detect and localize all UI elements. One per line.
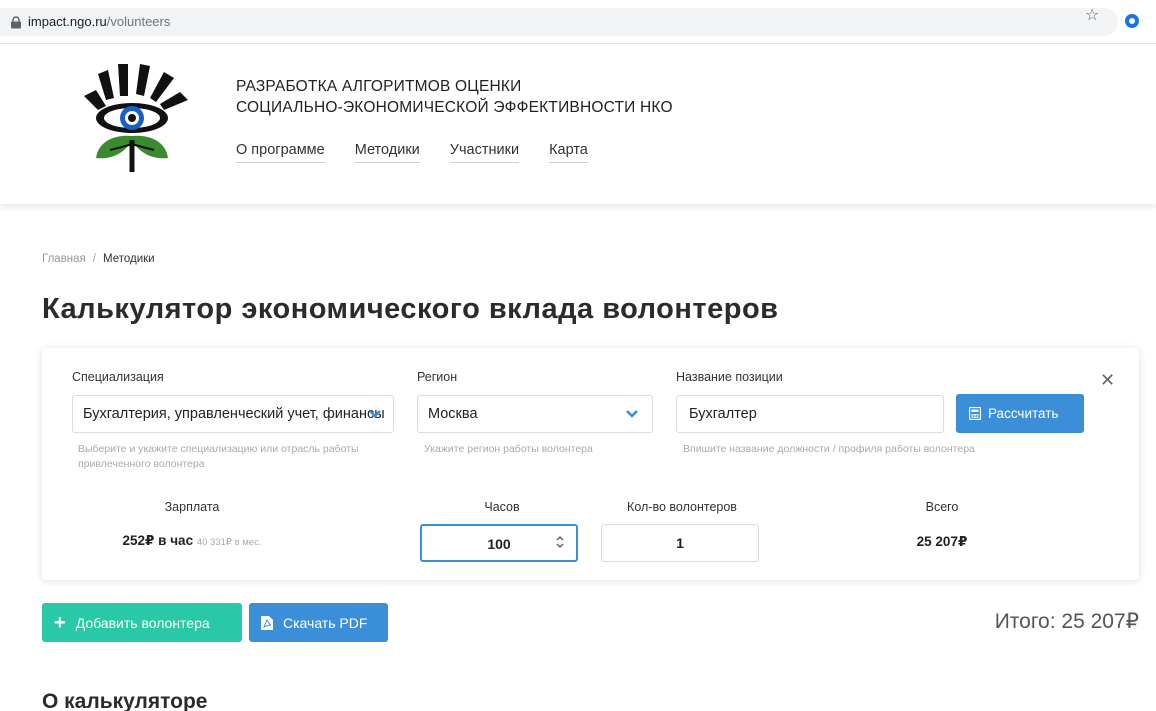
add-volunteer-button[interactable]: + Добавить волонтера bbox=[42, 603, 242, 642]
plus-icon: + bbox=[54, 611, 66, 634]
download-pdf-label: Скачать PDF bbox=[283, 614, 368, 631]
bookmark-star-icon[interactable]: ☆ bbox=[1085, 5, 1099, 25]
calculator-card: Специализация Бухгалтерия, управленчески… bbox=[42, 348, 1139, 580]
close-icon[interactable]: ✕ bbox=[1100, 370, 1115, 391]
calculator-icon bbox=[969, 407, 981, 420]
download-pdf-button[interactable]: Скачать PDF bbox=[249, 603, 388, 642]
specialization-value: Бухгалтерия, управленческий учет, финанс… bbox=[83, 406, 385, 422]
spinner-icon[interactable] bbox=[556, 535, 564, 549]
pdf-file-icon bbox=[261, 615, 273, 630]
salary-value: 252₽ в час 40 331₽ в мес. bbox=[92, 533, 292, 549]
site-title-line2: СОЦИАЛЬНО-ЭКОНОМИЧЕСКОЙ ЭФФЕКТИВНОСТИ НК… bbox=[236, 99, 673, 116]
calculate-label: Рассчитать bbox=[988, 406, 1059, 421]
salary-label: Зарплата bbox=[164, 500, 220, 514]
region-label: Регион bbox=[417, 370, 458, 384]
hours-label: Часов bbox=[484, 500, 520, 514]
chevron-down-icon bbox=[369, 410, 381, 418]
site-title: РАЗРАБОТКА АЛГОРИТМОВ ОЦЕНКИ СОЦИАЛЬНО-Э… bbox=[236, 76, 673, 118]
nav-item-program[interactable]: О программе bbox=[236, 142, 325, 163]
breadcrumb-separator: / bbox=[92, 253, 96, 265]
site-title-line1: РАЗРАБОТКА АЛГОРИТМОВ ОЦЕНКИ bbox=[236, 78, 522, 95]
browser-menu-icon[interactable]: ⋮ bbox=[1150, 12, 1156, 29]
row-total-value: 25 207₽ bbox=[916, 534, 968, 549]
hours-value: 100 bbox=[487, 536, 511, 552]
salary-hourly: 252₽ в час bbox=[122, 533, 194, 548]
hours-input[interactable]: 100 bbox=[420, 524, 578, 562]
region-hint: Укажите регион работы волонтера bbox=[424, 443, 593, 455]
grand-total: Итого: 25 207₽ bbox=[994, 610, 1139, 633]
nav-item-participants[interactable]: Участники bbox=[449, 142, 520, 163]
position-hint: Впишите название должности / профиля раб… bbox=[683, 443, 975, 455]
url-text: impact.ngo.ru/volunteers bbox=[28, 14, 170, 29]
chevron-down-icon bbox=[626, 410, 638, 418]
salary-monthly: 40 331₽ в мес. bbox=[196, 537, 262, 548]
site-header: РАЗРАБОТКА АЛГОРИТМОВ ОЦЕНКИ СОЦИАЛЬНО-Э… bbox=[0, 44, 1156, 204]
add-volunteer-label: Добавить волонтера bbox=[75, 614, 210, 631]
breadcrumb-current: Методики bbox=[102, 253, 155, 265]
lock-icon bbox=[11, 16, 21, 29]
calculate-button[interactable]: Рассчитать bbox=[956, 394, 1084, 433]
volunteers-label: Кол-во волонтеров bbox=[627, 500, 737, 514]
breadcrumb: Главная / Методики bbox=[42, 253, 155, 265]
volunteers-input[interactable]: 1 bbox=[601, 524, 759, 562]
page-title: Калькулятор экономического вклада волонт… bbox=[42, 293, 779, 325]
about-heading: О калькуляторе bbox=[42, 690, 208, 711]
extension-icon[interactable] bbox=[1125, 14, 1139, 28]
nav-item-map[interactable]: Карта bbox=[549, 142, 588, 163]
total-label: Всего bbox=[925, 500, 959, 514]
nav-item-methods[interactable]: Методики bbox=[354, 142, 420, 163]
region-value: Москва bbox=[428, 406, 478, 422]
specialization-hint: Выберите и укажите специализацию или отр… bbox=[78, 443, 359, 470]
specialization-select[interactable]: Бухгалтерия, управленческий учет, финанс… bbox=[72, 395, 394, 433]
url-path: /volunteers bbox=[106, 14, 171, 29]
position-label: Название позиции bbox=[676, 370, 783, 384]
region-select[interactable]: Москва bbox=[417, 395, 653, 433]
specialization-label: Специализация bbox=[72, 370, 164, 384]
main-nav: О программе Методики Участники Карта bbox=[236, 142, 588, 163]
url-host: impact.ngo.ru bbox=[28, 14, 107, 29]
position-input[interactable]: Бухгалтер bbox=[676, 395, 944, 433]
breadcrumb-home[interactable]: Главная bbox=[42, 253, 86, 265]
browser-toolbar: impact.ngo.ru/volunteers ☆ ⋮ bbox=[0, 0, 1156, 44]
address-bar[interactable]: impact.ngo.ru/volunteers bbox=[0, 8, 1118, 36]
logo[interactable] bbox=[74, 54, 194, 174]
